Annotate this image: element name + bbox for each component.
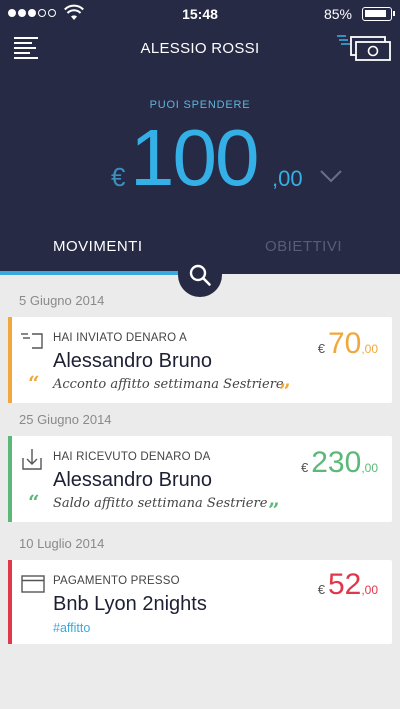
date-header: 25 Giugno 2014	[19, 412, 112, 427]
counterparty-name: Bnb Lyon 2nights	[53, 593, 207, 615]
transaction-card[interactable]: HAI INVIATO DENARO A Alessandro Bruno “ …	[8, 317, 392, 403]
battery-percent: 85%	[323, 6, 352, 22]
send-money-icon	[21, 333, 43, 349]
transaction-amount: €70,00	[318, 327, 378, 361]
transaction-type: HAI RICEVUTO DENARO DA	[53, 451, 211, 463]
amount-currency: €	[301, 460, 309, 475]
header: 15:48 85% ALESSIO ROSSI PUOI SPENDERE € …	[0, 0, 400, 275]
spend-label: PUOI SPENDERE	[149, 99, 251, 111]
card-accent-bar	[8, 317, 12, 403]
amount-currency: €	[317, 582, 325, 597]
amount-decimals: ,00	[361, 583, 378, 597]
date-header: 5 Giugno 2014	[19, 293, 105, 308]
transaction-amount: €52,00	[318, 568, 378, 602]
open-quote-icon: “	[28, 371, 40, 395]
chevron-down-icon[interactable]	[318, 168, 344, 184]
transaction-note: Saldo affitto settimana Sestriere	[53, 496, 268, 511]
active-tab-indicator	[0, 271, 178, 275]
currency-symbol: €	[111, 162, 126, 192]
search-button[interactable]	[178, 253, 222, 297]
transaction-tag[interactable]: #affitto	[53, 621, 90, 635]
close-quote-icon: ”	[279, 379, 291, 403]
search-icon	[189, 264, 211, 286]
tab-movimenti[interactable]: MOVIMENTI	[53, 238, 143, 255]
date-header: 10 Luglio 2014	[19, 536, 105, 551]
counterparty-name: Alessandro Bruno	[53, 350, 212, 372]
counterparty-name: Alessandro Bruno	[53, 469, 212, 491]
amount-integer: 52	[327, 568, 362, 601]
amount-decimals: ,00	[361, 342, 378, 356]
close-quote-icon: ”	[268, 498, 280, 522]
receive-money-icon	[22, 449, 42, 470]
cash-transfer-icon[interactable]	[337, 33, 391, 63]
card-payment-icon	[21, 575, 45, 593]
card-accent-bar	[8, 560, 12, 644]
tab-obiettivi[interactable]: OBIETTIVI	[265, 238, 342, 255]
open-quote-icon: “	[28, 490, 40, 514]
transaction-note: Acconto affitto settimana Sestriere	[53, 377, 284, 392]
transaction-card[interactable]: HAI RICEVUTO DENARO DA Alessandro Bruno …	[8, 436, 392, 522]
amount-currency: €	[317, 341, 325, 356]
amount-integer: 230	[311, 446, 362, 479]
status-bar: 15:48 85%	[0, 0, 400, 28]
balance-amount: € 100 ,00	[0, 112, 400, 202]
transaction-type: HAI INVIATO DENARO A	[53, 332, 187, 344]
card-accent-bar	[8, 436, 12, 522]
battery-icon	[362, 7, 395, 21]
balance-integer: 100	[130, 113, 259, 202]
amount-integer: 70	[327, 327, 362, 360]
balance-decimals: ,00	[272, 166, 303, 191]
transaction-amount: €230,00	[301, 446, 378, 480]
transaction-card[interactable]: PAGAMENTO PRESSO Bnb Lyon 2nights #affit…	[8, 560, 392, 644]
transaction-type: PAGAMENTO PRESSO	[53, 575, 180, 587]
amount-decimals: ,00	[361, 461, 378, 475]
